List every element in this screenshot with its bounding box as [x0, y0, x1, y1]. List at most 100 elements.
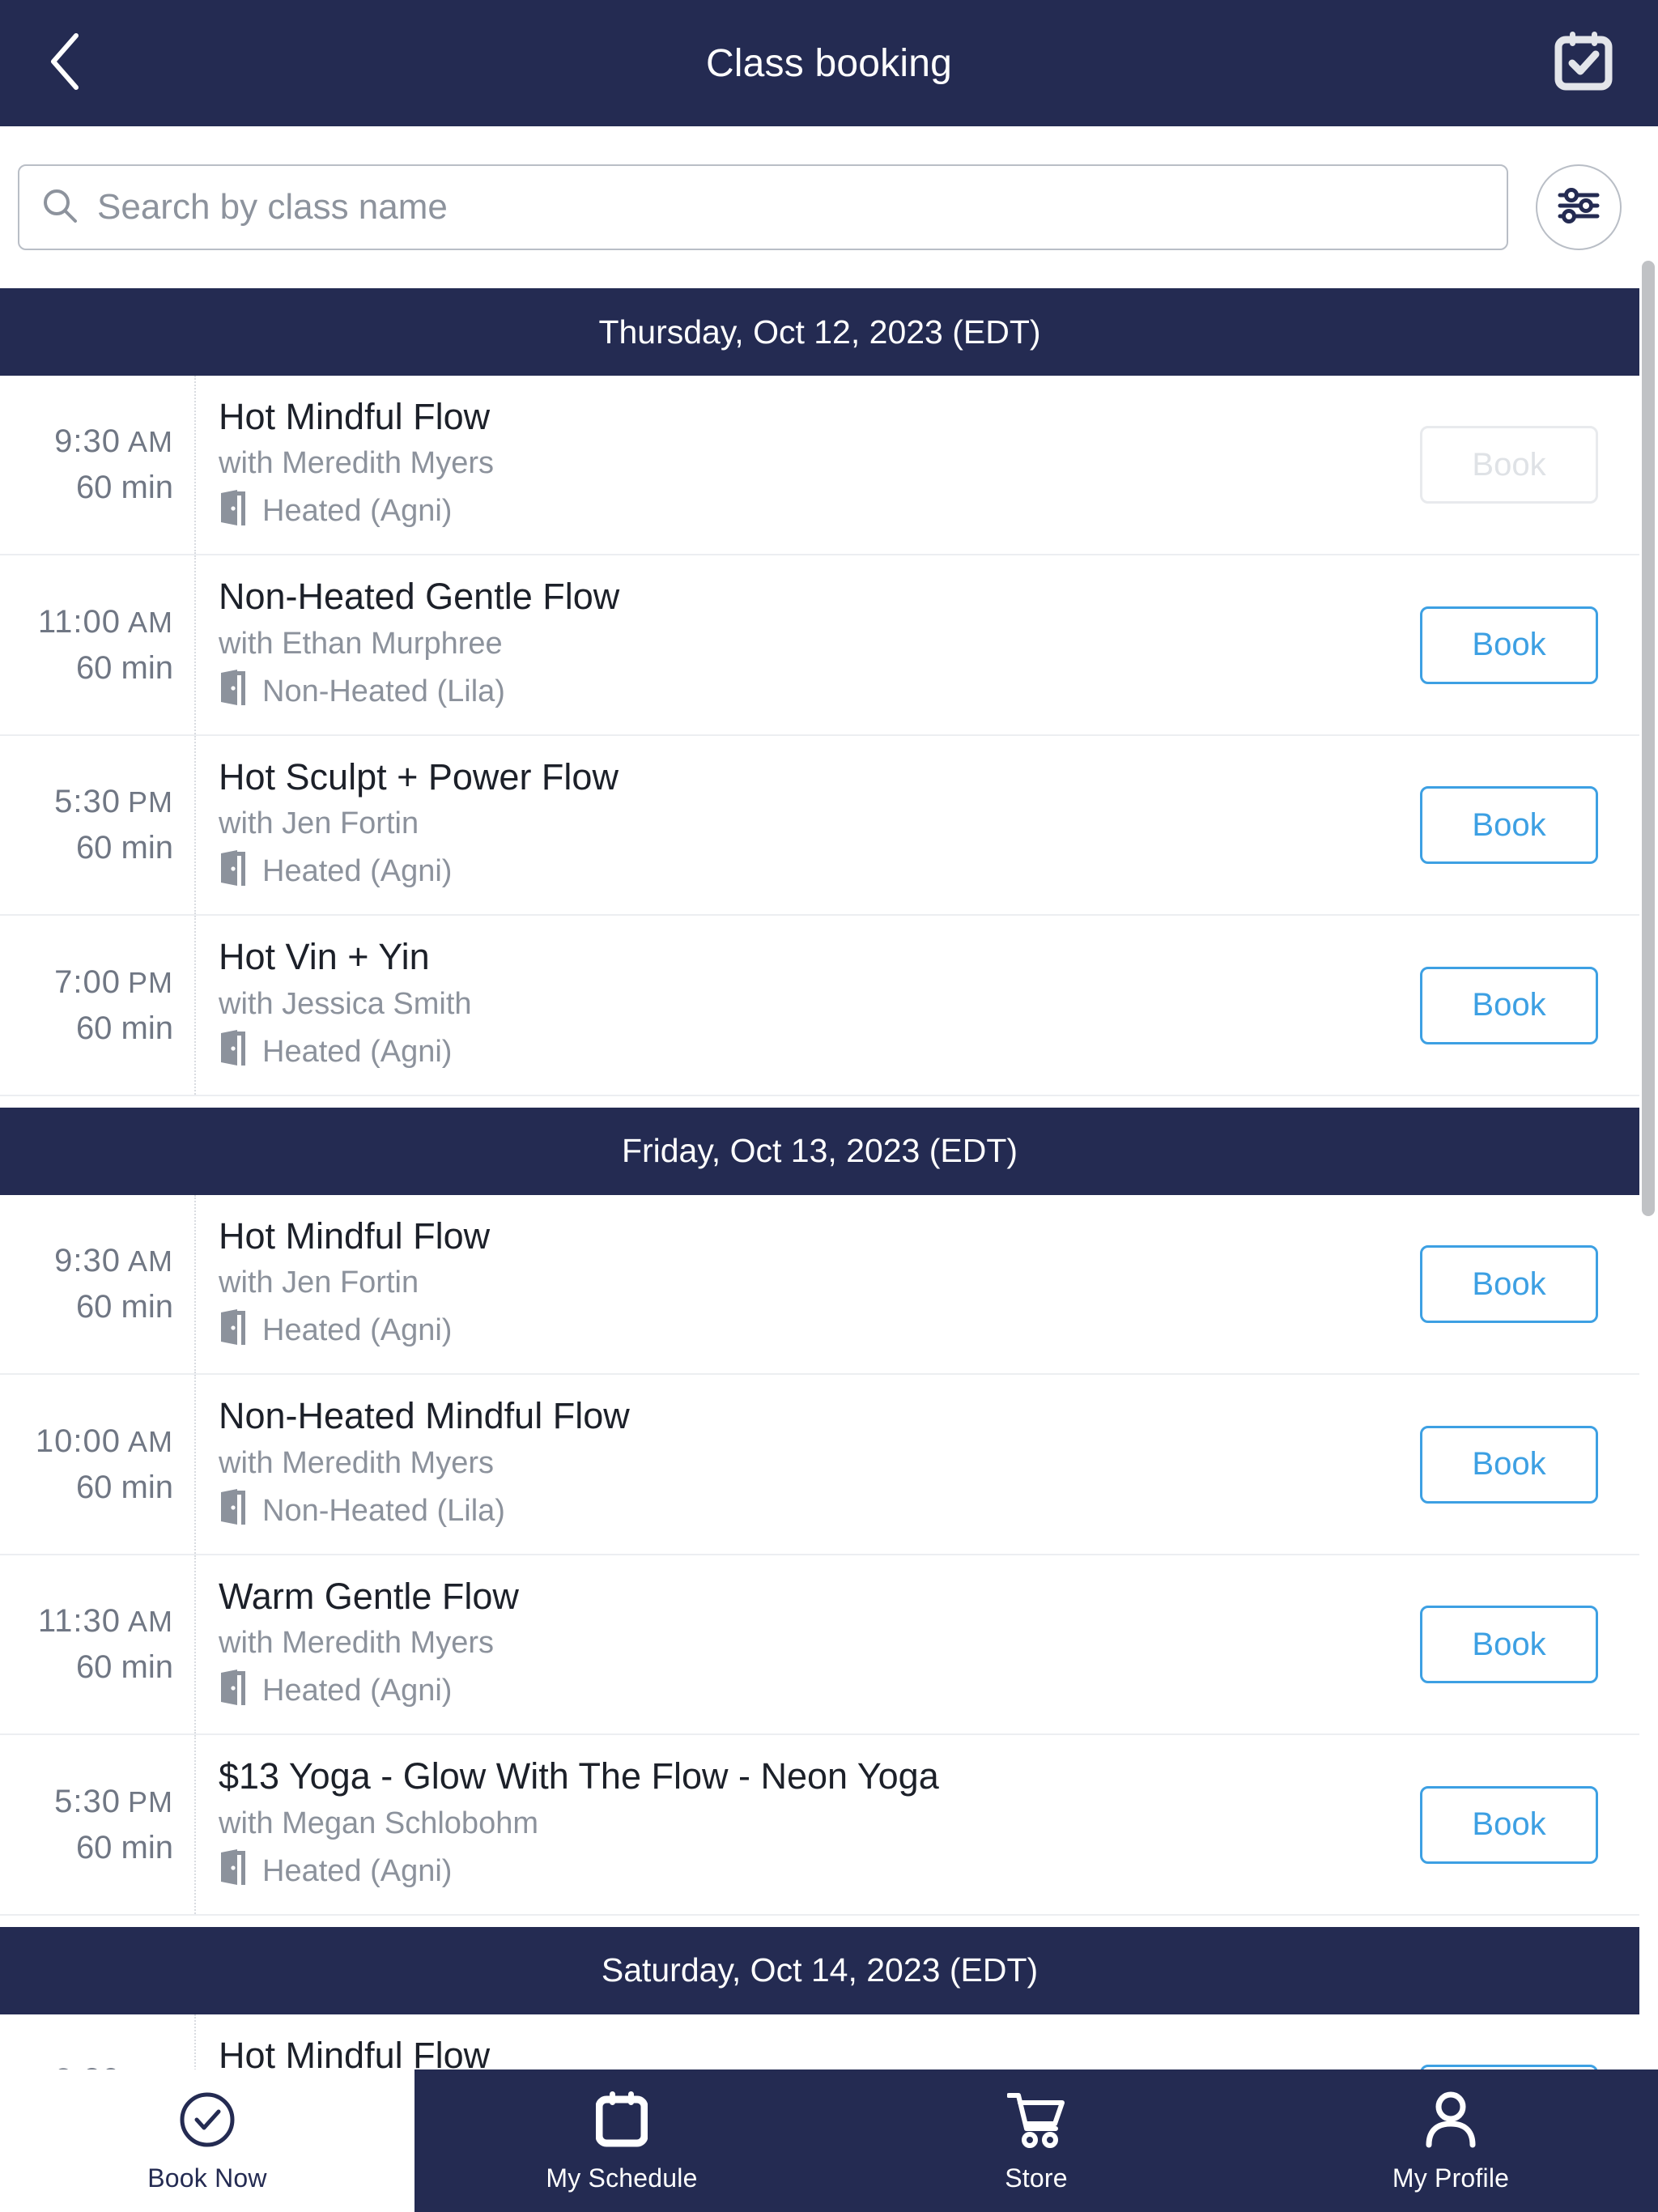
door-icon — [219, 1669, 249, 1713]
class-booking-screen: Class booking Search by class name Thurs… — [0, 0, 1658, 2212]
class-room-label: Heated (Agni) — [262, 494, 453, 529]
class-info-column: Hot Mindful Flowwith Megan ChapmanHeated… — [196, 2014, 1397, 2069]
class-start-time-meridiem: PM — [128, 785, 173, 819]
class-room: Heated (Agni) — [219, 1849, 1380, 1893]
class-info-column: $13 Yoga - Glow With The Flow - Neon Yog… — [196, 1735, 1397, 1913]
class-start-time-meridiem: PM — [128, 965, 173, 999]
class-name: Hot Mindful Flow — [219, 1214, 491, 1257]
class-room-label: Non-Heated (Lila) — [262, 674, 505, 708]
search-box[interactable] — [18, 164, 1508, 250]
class-start-time: 8:30 AM — [54, 2062, 173, 2069]
book-button[interactable]: Book — [1420, 966, 1598, 1044]
door-icon — [219, 1308, 249, 1353]
class-row[interactable]: 9:30 AM 60 min Hot Mindful Flow with Meredit… — [0, 376, 1639, 556]
door-icon — [219, 1489, 249, 1533]
class-time-column: 11:00 AM 60 min — [0, 555, 196, 734]
nav-item-label: My Schedule — [546, 2163, 698, 2193]
class-row[interactable]: 9:30 AM 60 min Hot Mindful Flow with Jen For… — [0, 1194, 1639, 1376]
class-time-column: 9:30 AM 60 min — [0, 1194, 196, 1374]
filter-button[interactable] — [1536, 164, 1622, 250]
class-start-time-meridiem: AM — [128, 605, 173, 639]
class-room-label: Non-Heated (Lila) — [262, 1493, 505, 1528]
book-button[interactable]: Book — [1420, 606, 1598, 684]
search-row — [0, 126, 1639, 288]
page-title: Class booking — [705, 41, 953, 85]
class-row[interactable]: 5:30 PM 60 min $13 Yoga - Glow With The Flo… — [0, 1735, 1639, 1916]
class-teacher: with Jen Fortin — [219, 1266, 419, 1300]
class-row[interactable]: 10:00 AM 60 min Non-Heated Mindful Flow with… — [0, 1375, 1639, 1555]
class-teacher: with Meredith Myers — [219, 1445, 494, 1480]
class-start-time-value: 11:30 — [37, 1603, 121, 1640]
class-start-time-value: 7:00 — [54, 963, 121, 1000]
schedule-scroll-area[interactable]: Thursday, Oct 12, 2023 (EDT) 9:30 AM 60 min… — [0, 288, 1658, 2069]
class-start-time: 5:30 PM — [54, 1784, 173, 1820]
door-icon — [219, 849, 249, 894]
class-time-column: 5:30 PM 60 min — [0, 1735, 196, 1914]
class-action-column: Book — [1397, 1735, 1639, 1913]
class-action-column: Book — [1397, 916, 1639, 1094]
schedule-list: Thursday, Oct 12, 2023 (EDT) 9:30 AM 60 min… — [0, 288, 1658, 2069]
day-header: Saturday, Oct 14, 2023 (EDT) — [0, 1926, 1639, 2014]
class-room-label: Heated (Agni) — [262, 854, 453, 889]
scrollbar-track[interactable] — [1639, 126, 1658, 2069]
class-room: Non-Heated (Lila) — [219, 670, 1380, 713]
class-start-time-value: 9:30 — [54, 423, 121, 460]
calendar-check-icon — [1554, 31, 1613, 96]
class-duration: 60 min — [75, 470, 173, 506]
shopping-cart-icon — [1007, 2089, 1065, 2150]
class-name: Hot Vin + Yin — [219, 936, 430, 978]
door-icon — [219, 670, 249, 713]
class-room: Heated (Agni) — [219, 1308, 1380, 1353]
nav-item-book-now[interactable]: Book Now — [0, 2069, 414, 2212]
door-icon — [219, 1849, 249, 1893]
nav-item-my-profile[interactable]: My Profile — [1244, 2069, 1658, 2212]
class-room: Heated (Agni) — [219, 1669, 1380, 1713]
scrollbar-thumb[interactable] — [1642, 261, 1655, 1216]
book-button[interactable]: Book — [1420, 1606, 1598, 1684]
class-start-time-meridiem: AM — [128, 1424, 173, 1458]
class-teacher: with Jen Fortin — [219, 806, 419, 841]
class-row[interactable]: 11:30 AM 60 min Warm Gentle Flow with Meredi… — [0, 1555, 1639, 1736]
class-start-time: 11:30 AM — [38, 1603, 173, 1640]
class-action-column: Book — [1397, 2014, 1639, 2069]
class-teacher: with Meredith Myers — [219, 1626, 494, 1661]
class-name: Hot Mindful Flow — [219, 396, 491, 437]
class-duration: 60 min — [75, 830, 173, 866]
class-teacher: with Ethan Murphree — [219, 626, 503, 661]
class-row[interactable]: 8:30AM60 minHot Mindful Flowwith Megan C… — [0, 2014, 1639, 2069]
class-time-column: 10:00 AM 60 min — [0, 1375, 196, 1554]
class-start-time-value: 9:30 — [54, 1243, 121, 1279]
class-name: Non-Heated Mindful Flow — [219, 1395, 630, 1437]
search-input[interactable] — [97, 187, 1486, 228]
class-time-column: 5:30 PM 60 min — [0, 735, 196, 915]
class-room: Heated (Agni) — [219, 849, 1380, 894]
nav-item-label: Book Now — [147, 2163, 267, 2193]
day-header: Friday, Oct 13, 2023 (EDT) — [0, 1107, 1639, 1195]
nav-item-label: My Profile — [1392, 2163, 1510, 2193]
class-info-column: Warm Gentle Flow with Meredith Myers Heate… — [196, 1555, 1397, 1733]
person-icon — [1425, 2089, 1477, 2150]
my-schedule-shortcut-button[interactable] — [1535, 0, 1632, 126]
app-bar: Class booking — [0, 0, 1658, 126]
door-icon — [219, 1030, 249, 1074]
class-start-time: 9:30 AM — [54, 1243, 173, 1279]
nav-item-store[interactable]: Store — [829, 2069, 1244, 2212]
class-row[interactable]: 5:30 PM 60 min Hot Sculpt + Power Flow with … — [0, 735, 1639, 917]
class-name: Hot Sculpt + Power Flow — [219, 755, 619, 798]
class-info-column: Hot Mindful Flow with Meredith Myers Heate… — [196, 376, 1397, 554]
book-button[interactable]: Book — [1420, 786, 1598, 865]
class-row[interactable]: 11:00 AM 60 min Non-Heated Gentle Flow with … — [0, 555, 1639, 736]
day-header-label: Thursday, Oct 12, 2023 (EDT) — [598, 313, 1041, 351]
class-start-time: 7:00 PM — [54, 964, 173, 1001]
day-header-label: Saturday, Oct 14, 2023 (EDT) — [601, 1951, 1039, 1989]
class-name: Warm Gentle Flow — [219, 1575, 519, 1617]
class-row[interactable]: 7:00 PM 60 min Hot Vin + Yin with Jessica Sm… — [0, 916, 1639, 1096]
class-action-column: Book — [1397, 1195, 1639, 1373]
book-button[interactable]: Book — [1420, 1785, 1598, 1864]
day-header-label: Friday, Oct 13, 2023 (EDT) — [621, 1132, 1018, 1170]
class-start-time-meridiem: AM — [128, 1244, 173, 1278]
book-button[interactable]: Book — [1420, 1425, 1598, 1504]
nav-item-my-schedule[interactable]: My Schedule — [414, 2069, 829, 2212]
filter-sliders-icon — [1557, 187, 1601, 228]
book-button[interactable]: Book — [1420, 1245, 1598, 1324]
